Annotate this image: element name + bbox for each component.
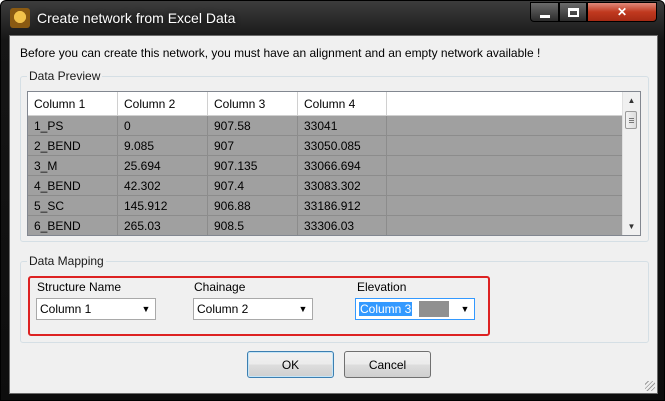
table-cell: 33306.03 [298, 216, 387, 235]
app-logo-icon [10, 8, 30, 28]
table-cell: 0 [118, 116, 208, 136]
table-cell: 907 [208, 136, 298, 156]
table-cell: 3_M [28, 156, 118, 176]
table-cell-filler [387, 176, 624, 196]
table-cell: 907.135 [208, 156, 298, 176]
info-message: Before you can create this network, you … [20, 46, 541, 60]
scroll-up-arrow-icon[interactable]: ▲ [623, 92, 640, 109]
table-cell: 6_BEND [28, 216, 118, 235]
elevation-value: Column 3 [359, 302, 413, 316]
table-cell: 33083.302 [298, 176, 387, 196]
close-button[interactable]: ✕ [587, 2, 657, 22]
ok-button[interactable]: OK [247, 351, 334, 378]
table-cell: 265.03 [118, 216, 208, 235]
table-row[interactable]: 6_BEND 265.03 908.5 33306.03 [28, 216, 624, 235]
table-cell: 2_BEND [28, 136, 118, 156]
scrollbar-thumb[interactable] [625, 111, 637, 129]
table-cell: 33066.694 [298, 156, 387, 176]
table-row[interactable]: 3_M 25.694 907.135 33066.694 [28, 156, 624, 176]
table-row[interactable]: 4_BEND 42.302 907.4 33083.302 [28, 176, 624, 196]
table-cell: 4_BEND [28, 176, 118, 196]
title-bar[interactable]: Create network from Excel Data ✕ [1, 1, 664, 35]
table-cell-filler [387, 196, 624, 216]
chainage-value: Column 2 [197, 302, 249, 316]
table-cell: 42.302 [118, 176, 208, 196]
cancel-button[interactable]: Cancel [344, 351, 431, 378]
maximize-icon [567, 7, 579, 17]
elevation-dropdown[interactable]: Column 3 ▼ [355, 298, 475, 320]
chainage-dropdown[interactable]: Column 2 ▼ [193, 298, 313, 320]
table-cell: 1_PS [28, 116, 118, 136]
table-cell-filler [387, 216, 624, 235]
scroll-down-arrow-icon[interactable]: ▼ [623, 218, 640, 235]
maximize-button[interactable] [559, 2, 587, 22]
table-cell: 907.58 [208, 116, 298, 136]
vertical-scrollbar[interactable]: ▲ ▼ [622, 92, 640, 235]
data-preview-label: Data Preview [27, 69, 103, 83]
column-header[interactable]: Column 2 [118, 92, 208, 116]
dialog-window: Create network from Excel Data ✕ Before … [0, 0, 665, 401]
table-cell: 5_SC [28, 196, 118, 216]
table-row[interactable]: 2_BEND 9.085 907 33050.085 [28, 136, 624, 156]
table-cell-filler [387, 156, 624, 176]
structure-name-value: Column 1 [40, 302, 92, 316]
table-cell-filler [387, 136, 624, 156]
data-mapping-label: Data Mapping [27, 254, 106, 268]
window-title: Create network from Excel Data [37, 10, 236, 26]
selection-remainder [419, 301, 449, 317]
table-row[interactable]: 1_PS 0 907.58 33041 [28, 116, 624, 136]
chevron-down-icon[interactable]: ▼ [456, 299, 474, 319]
close-icon: ✕ [616, 5, 628, 19]
table-cell: 33186.912 [298, 196, 387, 216]
minimize-icon [539, 14, 550, 18]
table-cell: 33050.085 [298, 136, 387, 156]
resize-grip-icon[interactable] [645, 381, 655, 391]
chevron-down-icon[interactable]: ▼ [294, 299, 312, 319]
table-cell: 145.912 [118, 196, 208, 216]
chevron-down-icon[interactable]: ▼ [137, 299, 155, 319]
grid-header: Column 1 Column 2 Column 3 Column 4 [28, 92, 624, 116]
dialog-client-area: Before you can create this network, you … [9, 35, 658, 394]
table-cell: 25.694 [118, 156, 208, 176]
column-header[interactable]: Column 3 [208, 92, 298, 116]
elevation-label: Elevation [357, 280, 407, 294]
table-row[interactable]: 5_SC 145.912 906.88 33186.912 [28, 196, 624, 216]
table-cell: 907.4 [208, 176, 298, 196]
column-header[interactable]: Column 4 [298, 92, 387, 116]
table-cell: 906.88 [208, 196, 298, 216]
column-header-filler [387, 92, 624, 116]
table-cell: 9.085 [118, 136, 208, 156]
structure-name-dropdown[interactable]: Column 1 ▼ [36, 298, 156, 320]
table-cell: 908.5 [208, 216, 298, 235]
minimize-button[interactable] [530, 2, 559, 22]
structure-name-label: Structure Name [37, 280, 122, 294]
data-preview-grid[interactable]: Column 1 Column 2 Column 3 Column 4 1_PS… [27, 91, 641, 236]
table-cell: 33041 [298, 116, 387, 136]
chainage-label: Chainage [194, 280, 246, 294]
column-header[interactable]: Column 1 [28, 92, 118, 116]
table-cell-filler [387, 116, 624, 136]
